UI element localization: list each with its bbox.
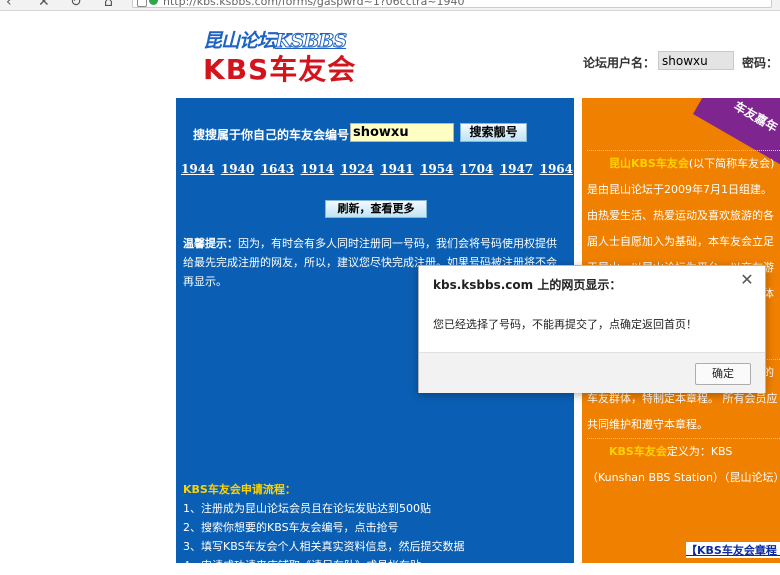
club-rules-link[interactable]: 【KBS车友会章程 详 (686, 542, 780, 558)
site-logo: KBS车友会 (203, 53, 357, 86)
intro-highlight: 昆山KBS车友会 (609, 157, 689, 170)
tip-title: 温馨提示： (183, 237, 238, 250)
dialog-footer: 确定 (419, 352, 765, 393)
address-bar[interactable]: http://kbs.ksbbs.com/forms/gaspwrd~1?06c… (132, 0, 772, 8)
intro-highlight: KBS车友会 (609, 445, 667, 458)
browser-toolbar: ‹ ✕ ↻ ⌂ http://kbs.ksbbs.com/forms/gaspw… (0, 0, 780, 11)
number-list: 1944 1940 1643 1914 1924 1941 1954 1704 … (181, 162, 573, 176)
password-label: 密码： (742, 56, 779, 70)
step-item: 2、搜索你想要的KBS车友会编号，点击抢号 (183, 521, 399, 534)
ok-button[interactable]: 确定 (695, 363, 751, 385)
close-icon[interactable]: ✕ (739, 272, 755, 288)
number-link[interactable]: 1964 (540, 162, 573, 176)
number-link[interactable]: 1704 (460, 162, 493, 176)
dialog-title: kbs.ksbbs.com 上的网页显示： (433, 278, 622, 292)
intro-paragraph: KBS车友会定义为：KBS（Kunshan BBS Station）（昆山论坛） (587, 438, 780, 491)
number-link[interactable]: 1940 (221, 162, 254, 176)
number-link[interactable]: 1914 (301, 162, 334, 176)
alert-dialog: kbs.ksbbs.com 上的网页显示： ✕ 您已经选择了号码，不能再提交了，… (418, 265, 766, 393)
search-input[interactable] (350, 123, 454, 142)
step-item: 4、申请成功请来店铺取《请尽车队》成员帐车贴 (183, 559, 421, 572)
reload-icon[interactable]: ↻ (70, 0, 82, 10)
number-link[interactable]: 1954 (420, 162, 453, 176)
home-icon[interactable]: ⌂ (104, 0, 113, 10)
step-item: 3、填写KBS车友会个人相关真实资料信息，然后提交数据 (183, 540, 465, 553)
number-link[interactable]: 1941 (380, 162, 413, 176)
forward-icon[interactable]: ✕ (38, 0, 50, 10)
number-link[interactable]: 1944 (181, 162, 214, 176)
page-icon (137, 0, 147, 7)
number-link[interactable]: 1643 (261, 162, 294, 176)
application-steps: KBS车友会申请流程： 1、注册成为昆山论坛会员且在论坛发贴达到500贴 2、搜… (183, 480, 567, 575)
username-input[interactable] (658, 51, 734, 70)
number-link[interactable]: 1947 (500, 162, 533, 176)
steps-title: KBS车友会申请流程： (183, 483, 296, 496)
back-icon[interactable]: ‹ (6, 0, 12, 10)
number-link[interactable]: 1924 (340, 162, 373, 176)
search-label: 搜搜属于你自己的车友会编号： (193, 128, 362, 142)
step-item: 1、注册成为昆山论坛会员且在论坛发贴达到500贴 (183, 502, 431, 515)
site-secure-icon (149, 0, 158, 5)
username-label: 论坛用户名： (583, 56, 656, 70)
address-bar-url: http://kbs.ksbbs.com/forms/gaspwrd~1?06c… (163, 0, 465, 8)
refresh-button[interactable]: 刷新，查看更多 (325, 200, 427, 218)
search-button[interactable]: 搜索靓号 (460, 123, 527, 142)
dialog-message: 您已经选择了号码，不能再提交了，点确定返回首页！ (433, 318, 697, 331)
